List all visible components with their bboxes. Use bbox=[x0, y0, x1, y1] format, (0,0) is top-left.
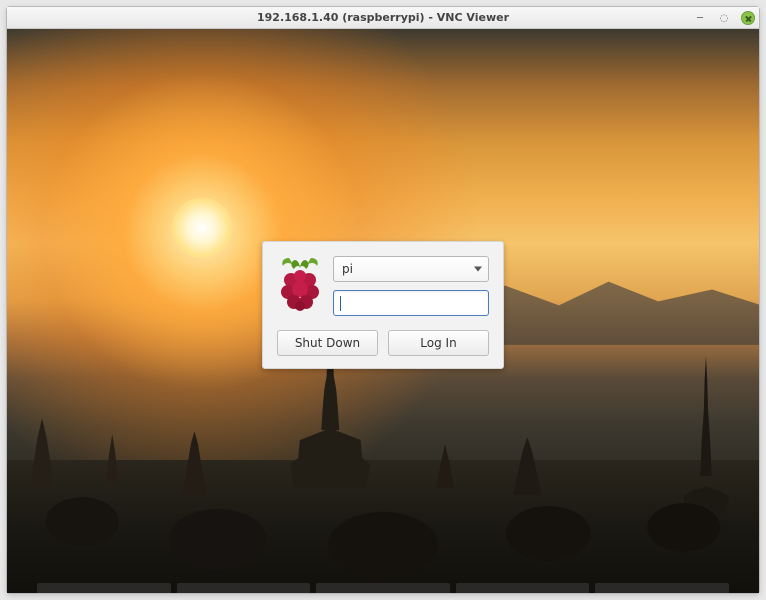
window-titlebar[interactable]: 192.168.1.40 (raspberrypi) - VNC Viewer … bbox=[7, 7, 759, 29]
raspberry-pi-logo-icon bbox=[277, 256, 323, 312]
remote-desktop-viewport[interactable]: pi Shut Down Log In bbox=[7, 29, 759, 593]
minimize-button[interactable]: ─ bbox=[693, 11, 707, 25]
password-input[interactable] bbox=[333, 290, 489, 316]
maximize-button[interactable]: ◌ bbox=[717, 11, 731, 25]
login-button[interactable]: Log In bbox=[388, 330, 489, 356]
window-controls: ─ ◌ bbox=[693, 7, 755, 29]
shutdown-button[interactable]: Shut Down bbox=[277, 330, 378, 356]
vnc-viewer-window: 192.168.1.40 (raspberrypi) - VNC Viewer … bbox=[6, 6, 760, 594]
window-title: 192.168.1.40 (raspberrypi) - VNC Viewer bbox=[257, 11, 509, 24]
shutdown-button-label: Shut Down bbox=[295, 336, 360, 350]
username-selected-value: pi bbox=[342, 262, 353, 276]
username-select[interactable]: pi bbox=[333, 256, 489, 282]
chevron-down-icon bbox=[474, 267, 482, 272]
bottom-thumbnail-strip bbox=[7, 583, 759, 593]
login-button-label: Log In bbox=[420, 336, 456, 350]
login-panel: pi Shut Down Log In bbox=[262, 241, 504, 369]
text-caret bbox=[340, 296, 341, 311]
close-button[interactable] bbox=[741, 11, 755, 25]
